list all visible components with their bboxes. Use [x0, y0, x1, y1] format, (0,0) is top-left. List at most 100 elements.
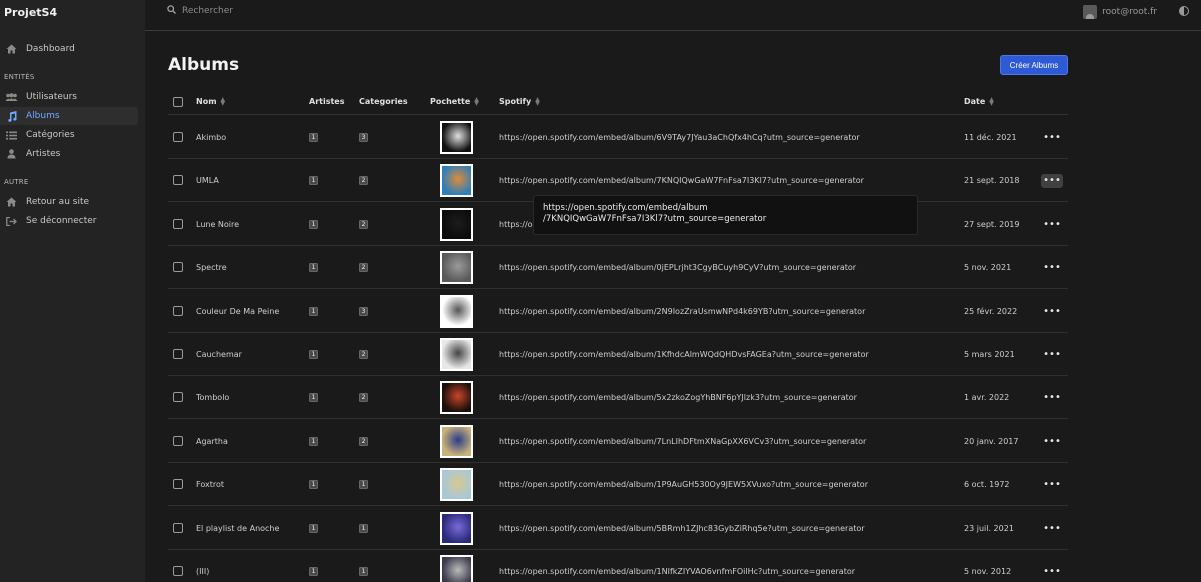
- row-checkbox[interactable]: [173, 479, 183, 490]
- album-cover: [440, 246, 473, 289]
- spotify-url[interactable]: https://open.spotify.com/embed/album/5x2…: [499, 376, 857, 419]
- more-actions-button[interactable]: •••: [1041, 434, 1063, 448]
- spotify-url[interactable]: https://open.spotify.com/embed/album/2N9…: [499, 290, 865, 333]
- cover-image: [440, 468, 473, 502]
- artists-badge: 1: [309, 567, 318, 576]
- table-row[interactable]: Spectre 1 2 https://open.spotify.com/embed/…: [168, 246, 1068, 290]
- ellipsis-icon: •••: [1043, 305, 1061, 317]
- categories-badge: 3: [359, 133, 368, 142]
- spotify-url[interactable]: https://open.spotify.com/embed/album/6V9…: [499, 116, 860, 159]
- cover-image: [440, 164, 473, 198]
- ellipsis-icon: •••: [1043, 566, 1061, 577]
- table-row[interactable]: Couleur De Ma Peine 1 3 https://open.spotif…: [168, 290, 1068, 333]
- brand-logo[interactable]: ProjetS4: [4, 6, 57, 19]
- artists-badge: 1: [309, 219, 318, 229]
- tooltip-line: /7KNQIQwGaW7FnFsa7I3Kl7?utm_source=gener…: [543, 214, 767, 224]
- column-header-name[interactable]: Nom ▲ ▼: [196, 96, 225, 106]
- categories-badge: 2: [359, 436, 368, 446]
- section-label-other: AUTRE: [4, 178, 29, 186]
- theme-toggle-icon[interactable]: [1179, 6, 1189, 16]
- row-checkbox[interactable]: [173, 349, 183, 359]
- cover-art: [442, 470, 471, 500]
- spotify-url[interactable]: https://open.spotify.com/embed/album/1P9…: [499, 463, 868, 506]
- album-name: Agartha: [196, 436, 228, 446]
- artists-badge: 1: [309, 350, 318, 359]
- row-checkbox[interactable]: [173, 435, 183, 446]
- column-header-cover[interactable]: Pochette ▲ ▼: [430, 96, 479, 106]
- table-row[interactable]: El playlist de Anoche 1 1 https://open.spot…: [168, 507, 1068, 550]
- table-row[interactable]: Cauchemar 1 2 https://open.spotify.com/embe…: [168, 333, 1068, 376]
- column-header-artists: Artistes: [309, 97, 344, 106]
- sort-icon: ▲ ▼: [535, 95, 540, 107]
- sidebar-item-albums[interactable]: Albums: [0, 107, 138, 125]
- row-actions: •••: [1041, 376, 1063, 419]
- user-email: root@root.fr: [1102, 7, 1157, 17]
- row-checkbox[interactable]: [173, 175, 183, 186]
- sidebar-item-utilisateurs[interactable]: Utilisateurs: [0, 88, 138, 106]
- row-checkbox[interactable]: [173, 522, 183, 533]
- sidebar-item-dashboard[interactable]: Dashboard: [0, 40, 138, 58]
- artists-badge: 1: [309, 176, 318, 186]
- artists-count: 1: [309, 203, 318, 246]
- row-checkbox[interactable]: [173, 218, 183, 229]
- more-actions-button[interactable]: •••: [1041, 391, 1063, 405]
- row-checkbox[interactable]: [173, 262, 183, 273]
- row-actions: •••: [1041, 420, 1063, 463]
- sidebar-item-retour-au-site[interactable]: Retour au site: [0, 193, 138, 211]
- spotify-url[interactable]: https://open.spotify.com/embed/album/1Kf…: [499, 333, 869, 376]
- more-actions-button[interactable]: •••: [1041, 173, 1063, 188]
- sidebar-item-se-deconnecter[interactable]: Se déconnecter: [0, 212, 138, 230]
- user-menu[interactable]: root@root.fr: [1083, 5, 1157, 19]
- categories-badge: 2: [359, 176, 368, 186]
- more-actions-button[interactable]: •••: [1041, 304, 1063, 318]
- categories-badge: 2: [359, 263, 368, 273]
- more-actions-button[interactable]: •••: [1041, 131, 1063, 145]
- more-actions-button[interactable]: •••: [1041, 217, 1063, 231]
- categories-badge: 2: [359, 350, 368, 359]
- album-name: Lune Noire: [196, 219, 240, 229]
- spotify-url-tooltip: https://open.spotify.com/embed/album /7K…: [533, 195, 918, 235]
- artists-badge: 1: [309, 523, 318, 533]
- sidebar-item-label: Artistes: [26, 149, 61, 159]
- artists-count: 1: [309, 116, 318, 159]
- more-actions-button[interactable]: •••: [1041, 261, 1063, 275]
- artists-count: 1: [309, 463, 318, 506]
- cover-image: [440, 511, 473, 545]
- spotify-url[interactable]: https://open.spotify.com/embed/album/1NI…: [499, 550, 855, 582]
- select-all-checkbox[interactable]: [173, 97, 183, 107]
- artists-count: 1: [309, 290, 318, 333]
- album-name: Spectre: [196, 263, 227, 273]
- more-actions-button[interactable]: •••: [1041, 348, 1063, 362]
- spotify-url[interactable]: https://open.spotify.com/embed/album/7Ln…: [499, 420, 866, 463]
- spotify-url[interactable]: https://open.spotify.com/embed/album/0jE…: [499, 246, 856, 289]
- row-checkbox[interactable]: [173, 566, 183, 576]
- search-input[interactable]: Rechercher: [167, 5, 233, 17]
- row-checkbox[interactable]: [173, 305, 183, 316]
- more-actions-button[interactable]: •••: [1041, 521, 1063, 535]
- cover-art: [442, 513, 471, 543]
- users-icon: [5, 91, 18, 103]
- sidebar-item-categories[interactable]: Catégories: [0, 126, 138, 144]
- table-row[interactable]: Akimbo 1 3 https://open.spotify.com/embed/a…: [168, 116, 1068, 159]
- table-row[interactable]: Agartha 1 2 https://open.spotify.com/embed/…: [168, 420, 1068, 463]
- more-actions-button[interactable]: •••: [1041, 565, 1063, 579]
- sidebar-item-artistes[interactable]: Artistes: [0, 145, 138, 163]
- album-date: 6 oct. 1972: [964, 480, 1010, 490]
- topbar: Rechercher root@root.fr: [145, 0, 1201, 31]
- album-cover: [440, 116, 473, 159]
- cover-art: [442, 340, 471, 369]
- album-date: 11 déc. 2021: [964, 133, 1017, 142]
- column-header-date[interactable]: Date ▲ ▼: [964, 96, 994, 106]
- row-checkbox[interactable]: [173, 392, 183, 403]
- table-row[interactable]: Foxtrot 1 1 https://open.spotify.com/embed/…: [168, 463, 1068, 507]
- create-album-button[interactable]: Créer Albums: [1000, 55, 1068, 75]
- table-row[interactable]: Tombolo 1 2 https://open.spotify.com/embed/…: [168, 376, 1068, 420]
- spotify-url[interactable]: https://open.spotify.com/embed/album/5BR…: [499, 507, 865, 550]
- column-header-spotify[interactable]: Spotify ▲ ▼: [499, 95, 540, 107]
- categories-badge: 1: [359, 523, 368, 533]
- more-actions-button[interactable]: •••: [1041, 478, 1063, 492]
- row-checkbox[interactable]: [173, 132, 183, 142]
- table-row[interactable]: (III) 1 1 https://open.spotify.com/embed/al…: [168, 550, 1068, 582]
- artists-count: 1: [309, 159, 318, 202]
- sidebar-item-label: Utilisateurs: [26, 92, 77, 102]
